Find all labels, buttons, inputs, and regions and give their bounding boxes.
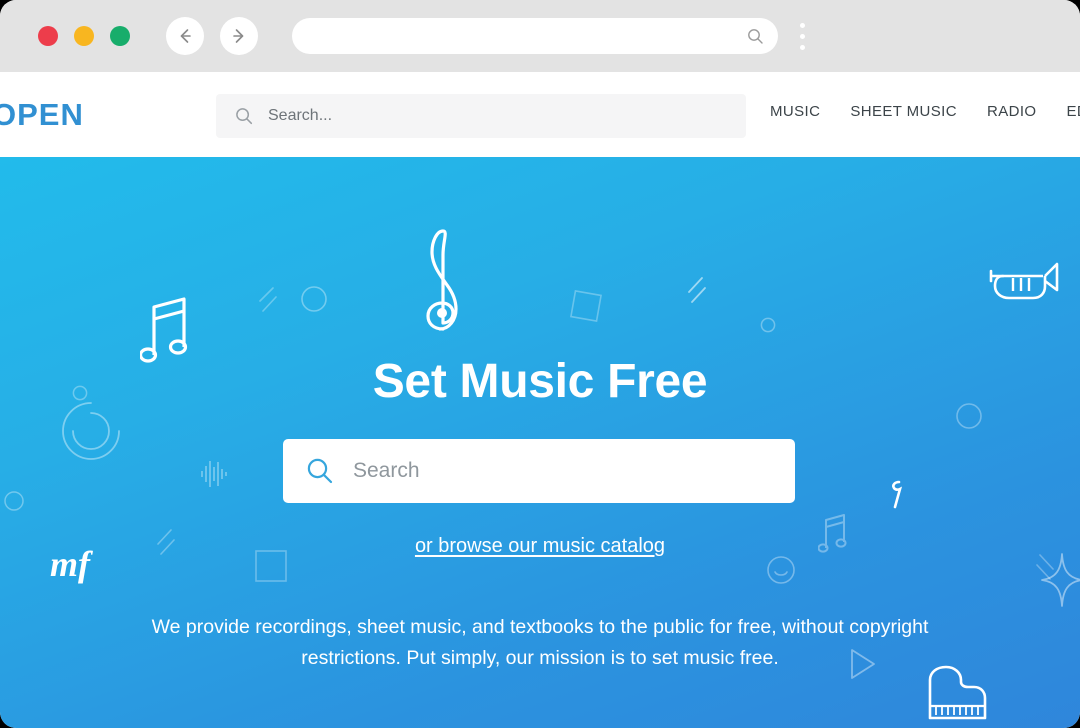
hero-search-input[interactable]: Search (283, 439, 795, 503)
arrow-left-icon (180, 29, 191, 43)
header-search-input[interactable]: Search... (216, 94, 746, 138)
search-icon (236, 108, 253, 125)
hero-description: We provide recordings, sheet music, and … (151, 616, 929, 669)
kebab-menu-icon (800, 33, 805, 39)
arrow-right-icon (233, 29, 244, 43)
main-navigation: MUSIC SHEET MUSIC RADIO EDUCATION (770, 103, 1080, 120)
traffic-light-buttons (38, 26, 130, 46)
nav-item-education[interactable]: EDUCATION (1067, 103, 1080, 120)
browser-nav-buttons (166, 17, 258, 55)
close-window-button[interactable] (38, 26, 58, 46)
nav-item-music[interactable]: MUSIC (770, 103, 820, 120)
hero-banner: mf Set Music Free Search or browse our m… (0, 157, 1080, 728)
minimize-window-button[interactable] (74, 26, 94, 46)
nav-item-sheet-music[interactable]: SHEET MUSIC (850, 103, 957, 120)
nav-item-radio[interactable]: RADIO (987, 103, 1037, 120)
forward-button[interactable] (220, 17, 258, 55)
browser-window: OPEN Search... MUSIC SHEET MUSIC RADIO E… (0, 0, 1080, 728)
back-button[interactable] (166, 17, 204, 55)
hero-content: Set Music Free Search or browse our musi… (0, 157, 1080, 728)
site-logo[interactable]: OPEN (0, 97, 84, 133)
browse-catalog-link-wrap: or browse our music catalog (0, 535, 1080, 558)
browse-catalog-link[interactable]: or browse our music catalog (415, 535, 665, 557)
url-address-bar[interactable] (292, 18, 778, 54)
maximize-window-button[interactable] (110, 26, 130, 46)
kebab-menu-icon (800, 22, 805, 28)
hero-search-placeholder: Search (353, 459, 420, 482)
page-title: Set Music Free (372, 355, 708, 408)
browser-menu-button[interactable] (800, 22, 805, 50)
kebab-menu-icon (800, 44, 805, 50)
search-icon (307, 458, 333, 484)
browser-chrome (0, 0, 1080, 72)
header-search-placeholder: Search... (268, 107, 333, 124)
search-icon (748, 29, 763, 44)
